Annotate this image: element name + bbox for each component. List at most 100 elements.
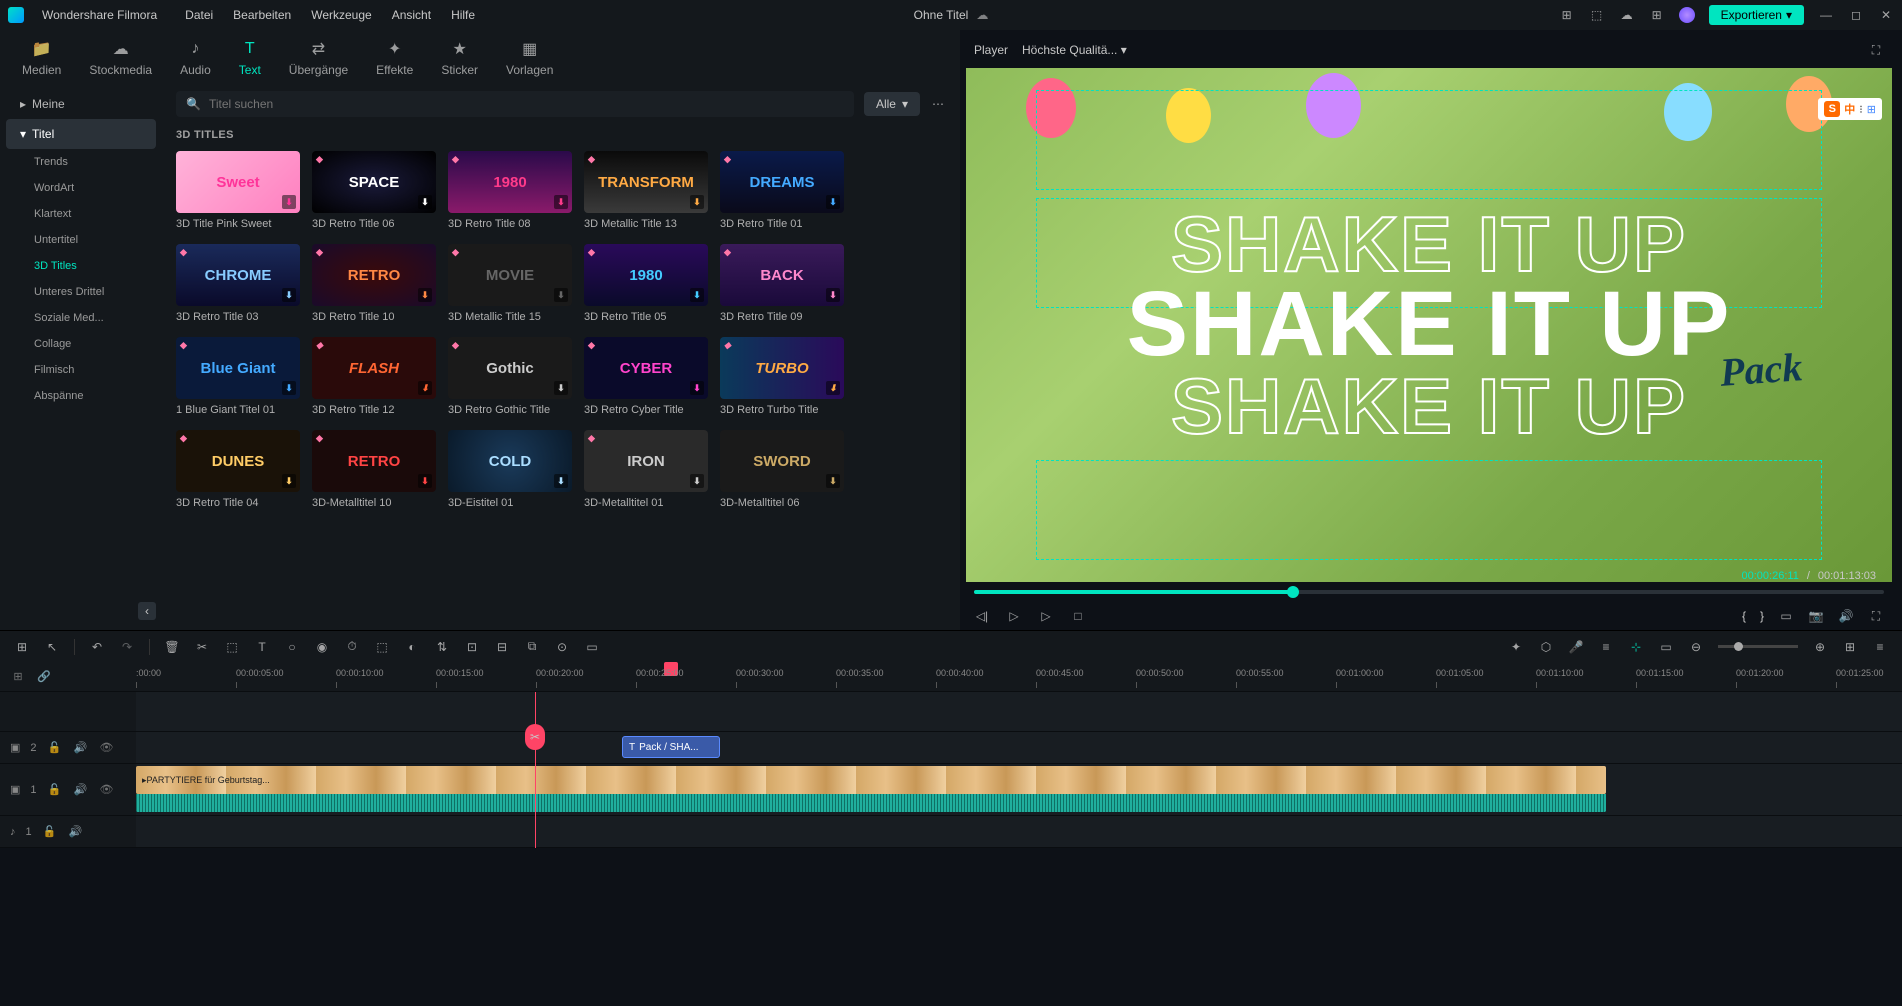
volume-icon[interactable]: 🔊 (1838, 608, 1854, 624)
title-card[interactable]: SWORD⬇3D-Metalltitel 06 (720, 430, 844, 509)
list-icon[interactable]: ≡ (1872, 639, 1888, 655)
menu-help[interactable]: Hilfe (451, 8, 475, 22)
zoom-slider[interactable] (1718, 645, 1798, 648)
title-card[interactable]: ◆RETRO⬇3D-Metalltitel 10 (312, 430, 436, 509)
undo-icon[interactable]: ↶ (89, 639, 105, 655)
title-card[interactable]: ◆1980⬇3D Retro Title 05 (584, 244, 708, 323)
download-icon[interactable]: ⬇ (554, 474, 568, 488)
title-card[interactable]: ◆BACK⬇3D Retro Title 09 (720, 244, 844, 323)
mute-icon[interactable]: 🔊 (73, 782, 89, 798)
mute-icon[interactable]: 🔊 (73, 740, 89, 756)
download-icon[interactable]: ⬇ (554, 381, 568, 395)
tool-icon[interactable]: ⊙ (554, 639, 570, 655)
playhead-split-handle[interactable]: ✂ (525, 724, 545, 750)
video-clip[interactable]: ▸ PARTYTIERE für Geburtstag... (136, 766, 1606, 794)
more-options-button[interactable]: ⋯ (930, 96, 946, 112)
download-icon[interactable]: ⬇ (282, 474, 296, 488)
mixer-icon[interactable]: ≡ (1598, 639, 1614, 655)
fit-icon[interactable]: ⊞ (1842, 639, 1858, 655)
prev-frame-button[interactable]: ◁| (974, 608, 990, 624)
tool-icon[interactable]: ○ (284, 639, 300, 655)
visibility-icon[interactable]: 👁 (99, 740, 115, 756)
search-box[interactable]: 🔍 (176, 91, 854, 117)
display-icon[interactable]: ▭ (1778, 608, 1794, 624)
layout-icon[interactable]: ⊞ (1559, 7, 1575, 23)
ime-indicator[interactable]: S 中 ⁝⊞ (1818, 98, 1882, 120)
apps-icon[interactable]: ⊞ (1649, 7, 1665, 23)
download-icon[interactable]: ⬇ (418, 474, 432, 488)
title-card[interactable]: ◆Gothic⬇3D Retro Gothic Title (448, 337, 572, 416)
search-input[interactable] (209, 97, 844, 111)
track-video1-body[interactable]: ▸ PARTYTIERE für Geburtstag... (136, 764, 1902, 815)
tab-audio[interactable]: ♪Audio (180, 38, 211, 77)
download-icon[interactable]: ⬇ (418, 381, 432, 395)
sidebar-sub-absp-nne[interactable]: Abspänne (6, 383, 156, 409)
tool-icon[interactable]: ◉ (314, 639, 330, 655)
timeline-settings-icon[interactable]: ⊞ (10, 669, 26, 685)
preview-viewport[interactable]: SHAKE IT UP SHAKE IT UP SHAKE IT UP Pack… (966, 68, 1892, 582)
split-icon[interactable]: ✂ (194, 639, 210, 655)
download-icon[interactable]: ⬇ (690, 381, 704, 395)
title-card[interactable]: ◆DUNES⬇3D Retro Title 04 (176, 430, 300, 509)
minimize-window[interactable]: — (1818, 7, 1834, 23)
title-card[interactable]: ◆CYBER⬇3D Retro Cyber Title (584, 337, 708, 416)
tool-icon[interactable]: ⧉ (524, 639, 540, 655)
tool-icon[interactable]: ⬚ (374, 639, 390, 655)
filter-dropdown[interactable]: Alle ▾ (864, 92, 920, 116)
link-icon[interactable]: 🔗 (36, 669, 52, 685)
title-card[interactable]: ◆1980⬇3D Retro Title 08 (448, 151, 572, 230)
track-audio1-body[interactable] (136, 816, 1902, 847)
lock-icon[interactable]: 🔓 (47, 782, 63, 798)
maximize-window[interactable]: ◻ (1848, 7, 1864, 23)
download-icon[interactable]: ⬇ (282, 381, 296, 395)
sidebar-sub-soziale-med-[interactable]: Soziale Med... (6, 305, 156, 331)
redo-icon[interactable]: ↷ (119, 639, 135, 655)
download-icon[interactable]: ⬇ (826, 474, 840, 488)
quality-dropdown[interactable]: Höchste Qualitä... ▾ (1022, 43, 1127, 57)
snapshot-icon[interactable]: 📷 (1808, 608, 1824, 624)
visibility-icon[interactable]: 👁 (99, 782, 115, 798)
download-icon[interactable]: ⬇ (554, 288, 568, 302)
snap-icon[interactable]: ⊹ (1628, 639, 1644, 655)
title-card[interactable]: ◆CHROME⬇3D Retro Title 03 (176, 244, 300, 323)
fullscreen-icon[interactable]: ⛶ (1868, 608, 1884, 624)
play-button[interactable]: ▷ (1006, 608, 1022, 624)
download-icon[interactable]: ⬇ (690, 474, 704, 488)
marker-icon[interactable]: ⬡ (1538, 639, 1554, 655)
tab-vorlagen[interactable]: ▦Vorlagen (506, 38, 553, 77)
close-window[interactable]: ✕ (1878, 7, 1894, 23)
title-card[interactable]: ◆TRANSFORM⬇3D Metallic Title 13 (584, 151, 708, 230)
title-card[interactable]: ◆FLASH⬇3D Retro Title 12 (312, 337, 436, 416)
download-icon[interactable]: ⬇ (282, 195, 296, 209)
save-icon[interactable]: ⬚ (1589, 7, 1605, 23)
sidebar-sub-unteres-drittel[interactable]: Unteres Drittel (6, 279, 156, 305)
expand-icon[interactable]: ⛶ (1868, 42, 1884, 58)
tab-sticker[interactable]: ★Sticker (441, 38, 478, 77)
menu-edit[interactable]: Bearbeiten (233, 8, 291, 22)
download-icon[interactable]: ⬇ (418, 288, 432, 302)
title-card[interactable]: ◆RETRO⬇3D Retro Title 10 (312, 244, 436, 323)
title-card[interactable]: ◆Blue Giant⬇1 Blue Giant Titel 01 (176, 337, 300, 416)
marker-in-icon[interactable]: { (1742, 609, 1746, 623)
mute-icon[interactable]: 🔊 (68, 824, 84, 840)
sidebar-sub-klartext[interactable]: Klartext (6, 201, 156, 227)
sidebar-sub-collage[interactable]: Collage (6, 331, 156, 357)
tab-stockmedia[interactable]: ☁Stockmedia (89, 38, 152, 77)
title-card[interactable]: Sweet⬇3D Title Pink Sweet (176, 151, 300, 230)
adjust-icon[interactable]: ⇅ (434, 639, 450, 655)
download-icon[interactable]: ⬇ (826, 288, 840, 302)
marker-out-icon[interactable]: } (1760, 609, 1764, 623)
timeline-ruler[interactable]: :00:0000:00:05:0000:00:10:0000:00:15:000… (136, 662, 1902, 691)
audio-waveform[interactable] (136, 794, 1606, 812)
title-card[interactable]: COLD⬇3D-Eistitel 01 (448, 430, 572, 509)
delete-icon[interactable]: 🗑 (164, 639, 180, 655)
user-avatar[interactable] (1679, 7, 1695, 23)
select-tool-icon[interactable]: ↖ (44, 639, 60, 655)
render-icon[interactable]: ✦ (1508, 639, 1524, 655)
sidebar-sub-untertitel[interactable]: Untertitel (6, 227, 156, 253)
tool-options-icon[interactable]: ⊞ (14, 639, 30, 655)
color-icon[interactable]: ◐ (404, 639, 420, 655)
export-button[interactable]: Exportieren ▾ (1709, 5, 1804, 25)
sidebar-item-meine[interactable]: ▸Meine (6, 89, 156, 119)
upload-cloud-icon[interactable]: ☁ (1619, 7, 1635, 23)
